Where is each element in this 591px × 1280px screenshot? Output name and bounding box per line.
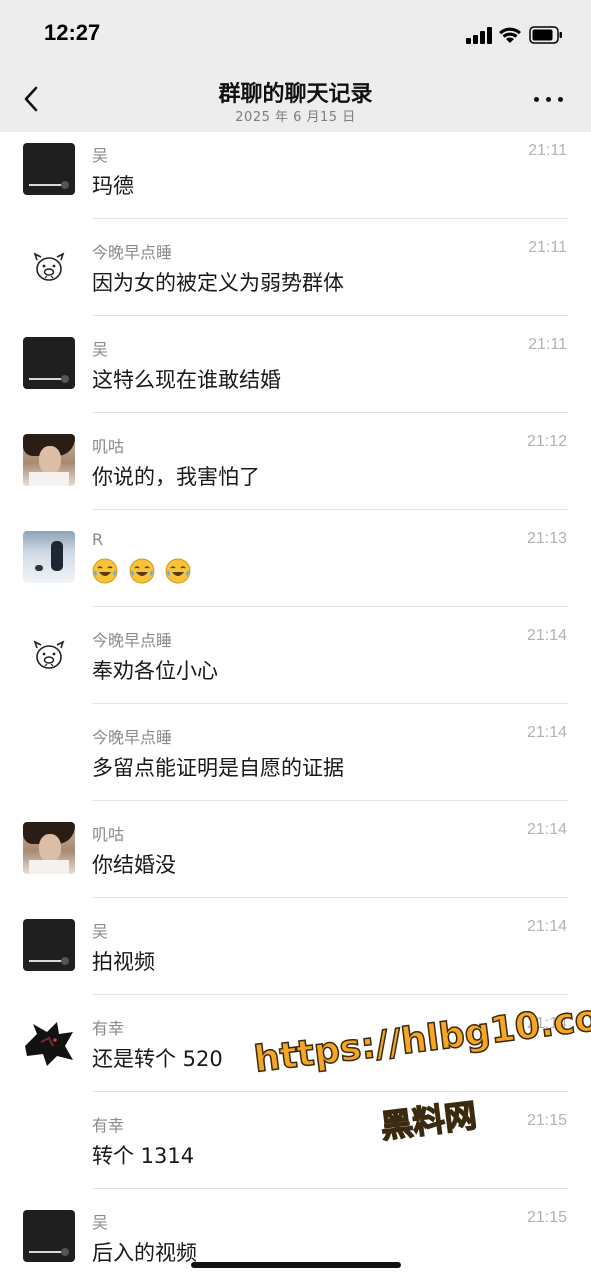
divider	[92, 800, 568, 801]
sender-name: 有幸	[92, 1019, 125, 1038]
divider	[92, 703, 568, 704]
divider	[92, 1188, 568, 1189]
nav-bar: 群聊的聊天记录 2025 年 6 月15 日	[0, 66, 591, 132]
sender-name: 叽咕	[92, 825, 125, 844]
laughing-crying-emoji	[165, 558, 191, 584]
message-time: 21:12	[526, 433, 567, 450]
sender-name: 吴	[92, 340, 109, 359]
message-text: 这特么现在谁敢结婚	[92, 368, 281, 392]
message-time: 21:14	[526, 724, 567, 741]
divider	[92, 218, 568, 219]
divider	[92, 994, 568, 995]
sender-name: R	[92, 530, 104, 549]
page-subtitle-date: 2025 年 6 月15 日	[235, 110, 356, 125]
message-text: 还是转个 520	[92, 1047, 223, 1071]
message-text: 奉劝各位小心	[92, 659, 218, 683]
dark-dragon-avatar[interactable]	[23, 1016, 75, 1068]
dark-speaker-avatar[interactable]	[23, 143, 75, 195]
chat-history-list[interactable]: 吴 21:11 玛德 今晚早点睡 21:11 因为女的被定义为弱势群体 吴 21…	[0, 132, 591, 1280]
sender-name: 今晚早点睡	[92, 631, 173, 650]
laughing-crying-emoji	[92, 558, 118, 584]
snow-scene-avatar[interactable]	[23, 531, 75, 583]
message-text: 拍视频	[92, 950, 155, 974]
home-indicator[interactable]	[191, 1262, 401, 1268]
wifi-icon	[499, 27, 521, 43]
message-time: 21:14	[526, 918, 567, 935]
sender-name: 吴	[92, 1213, 109, 1232]
message-time: 21:14	[526, 627, 567, 644]
status-bar: 12:27	[0, 0, 591, 66]
list-item[interactable]: 今晚早点睡 21:14 多留点能证明是自愿的证据	[0, 714, 591, 811]
sender-name: 吴	[92, 922, 109, 941]
more-options-button[interactable]	[531, 90, 567, 108]
message-text: 玛德	[92, 174, 134, 198]
cellular-signal-icon	[466, 27, 493, 44]
divider	[92, 897, 568, 898]
list-item[interactable]: 今晚早点睡 21:11 因为女的被定义为弱势群体	[0, 229, 591, 326]
message-time: 21:11	[528, 239, 567, 256]
message-emojis	[92, 558, 195, 584]
laughing-crying-emoji	[129, 558, 155, 584]
dark-speaker-avatar[interactable]	[23, 919, 75, 971]
message-time: 21:11	[528, 142, 567, 159]
message-text: 转个 1314	[92, 1144, 195, 1168]
divider	[92, 412, 568, 413]
man-portrait-avatar[interactable]	[23, 822, 75, 874]
divider	[92, 509, 568, 510]
message-text: 你说的，我害怕了	[92, 465, 260, 489]
sketch-pig-avatar[interactable]	[23, 240, 75, 292]
message-time: 21:13	[526, 530, 567, 547]
list-item[interactable]: 吴 21:11 玛德	[0, 132, 591, 229]
dark-speaker-avatar[interactable]	[23, 1210, 75, 1262]
message-time: 21:15	[526, 1209, 567, 1226]
list-item[interactable]: 今晚早点睡 21:14 奉劝各位小心	[0, 617, 591, 714]
message-text: 多留点能证明是自愿的证据	[92, 756, 344, 780]
message-text: 后入的视频	[92, 1241, 197, 1265]
message-time: 21:15	[526, 1112, 567, 1129]
list-item[interactable]: 吴 21:11 这特么现在谁敢结婚	[0, 326, 591, 423]
sender-name: 今晚早点睡	[92, 243, 173, 262]
list-item[interactable]: 有幸 21:15 转个 1314	[0, 1102, 591, 1199]
message-time: 21:14	[526, 821, 567, 838]
status-time: 12:27	[44, 20, 101, 45]
list-item[interactable]: R 21:13	[0, 520, 591, 617]
page-title: 群聊的聊天记录	[218, 82, 373, 107]
man-portrait-avatar[interactable]	[23, 434, 75, 486]
message-text: 因为女的被定义为弱势群体	[92, 271, 344, 295]
dark-speaker-avatar[interactable]	[23, 337, 75, 389]
sender-name: 吴	[92, 146, 109, 165]
sender-name: 今晚早点睡	[92, 728, 173, 747]
divider	[92, 315, 568, 316]
list-item[interactable]: 叽咕 21:14 你结婚没	[0, 811, 591, 908]
message-text: 你结婚没	[92, 853, 176, 877]
sender-name: 叽咕	[92, 437, 125, 456]
list-item[interactable]: 吴 21:14 拍视频	[0, 908, 591, 1005]
message-time: 21:11	[528, 336, 567, 353]
sender-name: 有幸	[92, 1116, 125, 1135]
sketch-pig-avatar[interactable]	[23, 628, 75, 680]
list-item[interactable]: 叽咕 21:12 你说的，我害怕了	[0, 423, 591, 520]
battery-icon	[529, 26, 562, 44]
divider	[92, 606, 568, 607]
divider	[92, 1091, 568, 1092]
